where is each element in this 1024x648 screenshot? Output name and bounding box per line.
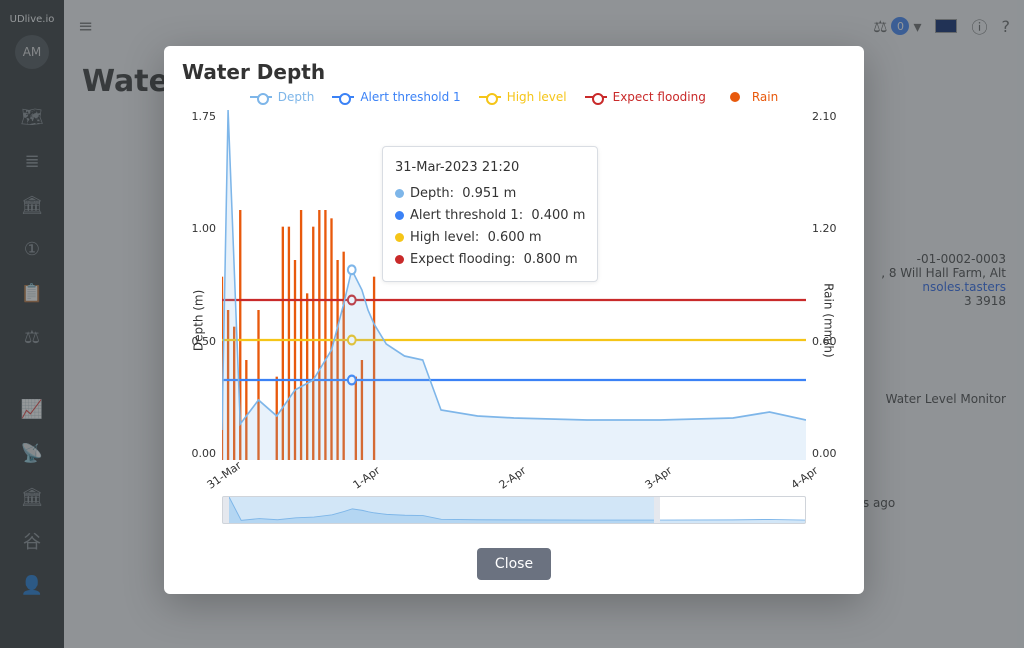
tooltip-row: Alert threshold 1: 0.400 m	[395, 205, 585, 227]
x-axis: 31-Mar1-Apr2-Apr3-Apr4-Apr	[222, 464, 806, 490]
tooltip-time: 31-Mar-2023 21:20	[395, 157, 585, 179]
water-depth-modal: Water Depth Depth Alert threshold 1 High…	[164, 46, 864, 594]
brush-selection[interactable]	[223, 497, 660, 523]
brush-selector[interactable]	[222, 496, 806, 524]
legend-rain[interactable]: Rain	[724, 90, 778, 104]
y2-axis: 2.10 1.20 0.60 0.00	[812, 110, 846, 460]
chart-tooltip: 31-Mar-2023 21:20 Depth: 0.951 mAlert th…	[382, 146, 598, 282]
modal-title: Water Depth	[182, 60, 846, 84]
x-tick: 4-Apr	[789, 464, 821, 492]
legend-flood[interactable]: Expect flooding	[585, 90, 706, 104]
tooltip-row: Depth: 0.951 m	[395, 183, 585, 205]
x-tick: 2-Apr	[497, 464, 529, 492]
x-tick: 31-Mar	[205, 459, 244, 492]
legend-high[interactable]: High level	[479, 90, 567, 104]
tooltip-row: High level: 0.600 m	[395, 227, 585, 249]
chart-legend: Depth Alert threshold 1 High level Expec…	[182, 90, 846, 104]
y1-axis: 1.75 1.00 0.50 0.00	[182, 110, 216, 460]
chart-area: Depth (m) 1.75 1.00 0.50 0.00 Rain (mm/h…	[182, 110, 846, 542]
x-tick: 1-Apr	[351, 464, 383, 492]
x-tick: 3-Apr	[643, 464, 675, 492]
close-button[interactable]: Close	[477, 548, 551, 580]
legend-alert[interactable]: Alert threshold 1	[332, 90, 460, 104]
tooltip-row: Expect flooding: 0.800 m	[395, 249, 585, 271]
legend-depth[interactable]: Depth	[250, 90, 315, 104]
